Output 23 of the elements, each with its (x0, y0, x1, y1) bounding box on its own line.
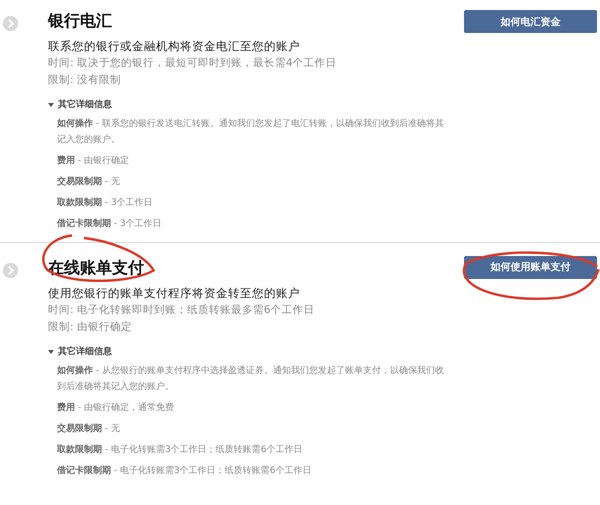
section-subtitle: 使用您银行的账单支付程序将资金转至您的账户 (48, 285, 301, 302)
detail-text: 交易限制期 - 无 (57, 422, 121, 436)
info-text: 时间: 取决于您的银行，最短可即时到账，最长需4个工作日 (48, 56, 338, 71)
guide-button[interactable]: 如何使用账单支付 (464, 256, 597, 278)
detail-text: 借记卡限制期 - 3个工作日 (57, 217, 163, 231)
guide-button[interactable]: 如何电汇资金 (464, 10, 597, 33)
details-toggle[interactable]: 其它详细信息 (58, 98, 112, 111)
info-text: 限制: 没有限制 (48, 73, 122, 88)
detail-text: 如何操作 - 联系您的银行发送电汇转账。通知我们您发起了电汇转账，以确保我们收到后准确将其记入您的账户。 (57, 118, 445, 147)
section-title: 银行电汇 (48, 10, 112, 32)
detail-text: 如何操作 - 从您银行的账单支付程序中选择盈透证券。通知我们您发起了账单支付，以确保我们收到后准确将其记入您的账户。 (57, 364, 445, 394)
caret-icon[interactable] (48, 102, 54, 106)
detail-text: 取款限制期 - 电子化转账需3个工作日；纸质转账需6个工作日 (57, 444, 304, 457)
section-subtitle: 联系您的银行或金融机构将资金电汇至您的账户 (48, 38, 301, 55)
detail-text: 取款限制期 - 3个工作日 (57, 196, 154, 210)
details-toggle[interactable]: 其它详细信息 (58, 345, 112, 358)
detail-text: 借记卡限制期 - 电子化转账需3个工作日；纸质转账需6个工作日 (57, 464, 312, 478)
detail-text: 交易限制期 - 无 (57, 175, 121, 189)
detail-text: 费用 - 由银行确定 (57, 154, 130, 168)
info-text: 时间: 电子化转账即时到账；纸质转账最多需6个工作日 (48, 303, 316, 318)
detail-text: 费用 - 由银行确定，通常免费 (57, 401, 175, 415)
caret-icon[interactable] (48, 350, 54, 354)
info-text: 限制: 由银行确定 (48, 320, 133, 335)
